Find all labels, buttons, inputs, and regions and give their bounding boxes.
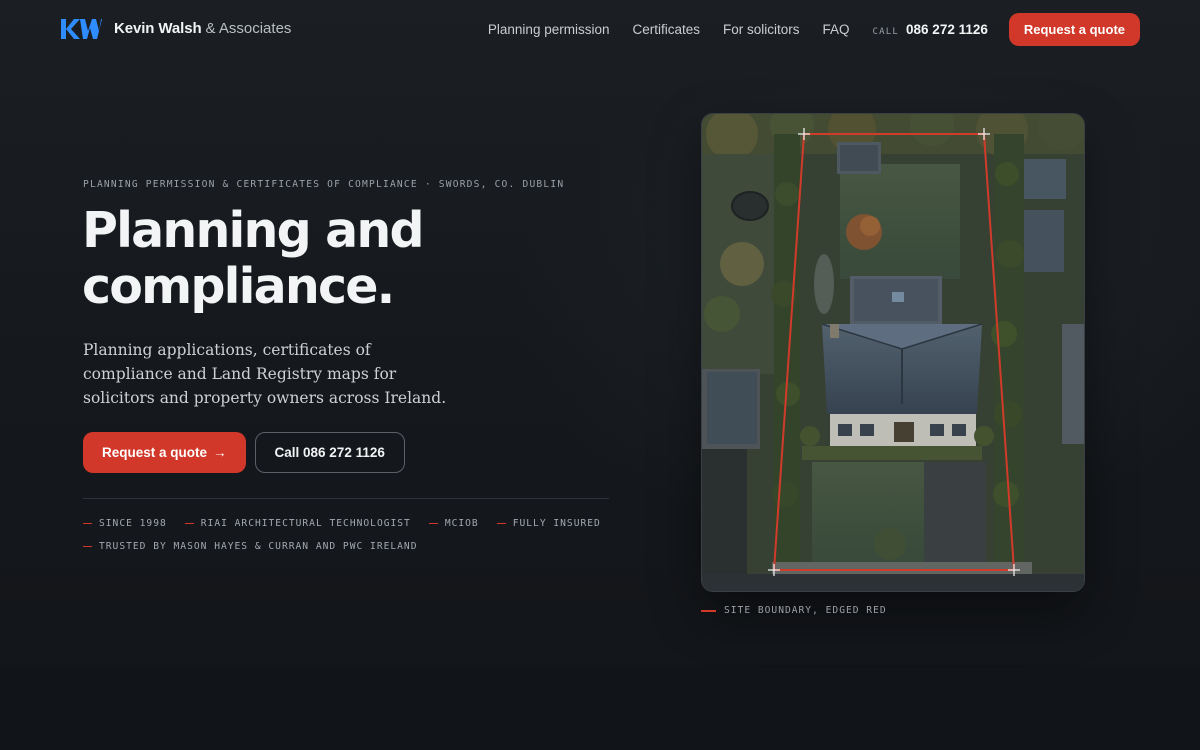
nav-links: Planning permission Certificates For sol…	[488, 13, 1140, 46]
top-navigation: Kevin Walsh & Associates Planning permiss…	[0, 0, 1200, 60]
credential-badges: SINCE 1998 RIAI ARCHITECTURAL TECHNOLOGI…	[83, 517, 623, 552]
arrow-right-icon: →	[213, 445, 227, 460]
photo-caption: SITE BOUNDARY, EDGED RED	[701, 605, 887, 616]
dash-icon	[83, 545, 92, 547]
brand-primary-text: Kevin Walsh	[114, 20, 202, 37]
nav-call-number: 086 272 1126	[906, 22, 988, 37]
nav-call-label: CALL	[872, 27, 900, 37]
nav-call-link[interactable]: CALL 086 272 1126	[873, 22, 988, 37]
nav-link-certificates[interactable]: Certificates	[632, 22, 700, 37]
hero-headline-line1: Planning and	[82, 202, 425, 259]
badge-riai: RIAI ARCHITECTURAL TECHNOLOGIST	[184, 517, 411, 529]
dash-icon	[428, 522, 438, 524]
dash-icon	[184, 522, 194, 524]
badge-text: RIAI ARCHITECTURAL TECHNOLOGIST	[200, 517, 411, 529]
hero-request-quote-label: Request a quote	[102, 445, 208, 460]
nav-link-faq[interactable]: FAQ	[823, 22, 850, 37]
kw-logo-icon	[61, 19, 102, 39]
next-section	[0, 665, 1200, 750]
nav-link-planning-permission[interactable]: Planning permission	[488, 22, 610, 37]
hero-request-quote-button[interactable]: Request a quote →	[83, 432, 246, 473]
badge-trusted-by: TRUSTED BY MASON HAYES & CURRAN AND PWC …	[83, 540, 417, 552]
aerial-site-photo	[701, 113, 1085, 592]
hero-lede: Planning applications, certificates of c…	[83, 341, 447, 407]
hero-cta-row: Request a quote → Call 086 272 1126	[83, 432, 405, 473]
hero-headline-line2: compliance.	[82, 258, 395, 315]
brand-name: Kevin Walsh & Associates	[114, 20, 291, 38]
photo-caption-text: SITE BOUNDARY, EDGED RED	[724, 605, 887, 616]
brand-home-link[interactable]: Kevin Walsh & Associates	[60, 18, 291, 40]
badge-fully-insured: FULLY INSURED	[496, 517, 601, 529]
red-line-icon	[701, 609, 716, 612]
dash-icon	[83, 522, 92, 524]
badge-mciob: MCIOB	[428, 517, 479, 529]
nav-request-quote-button[interactable]: Request a quote	[1008, 13, 1140, 46]
badge-text: TRUSTED BY MASON HAYES & CURRAN AND PWC …	[99, 540, 418, 552]
hero-call-button[interactable]: Call 086 272 1126	[254, 432, 405, 473]
hero-headline: Planning and compliance.	[82, 203, 602, 315]
badge-text: FULLY INSURED	[512, 517, 601, 529]
badge-text: MCIOB	[444, 517, 479, 529]
hero-eyebrow: PLANNING PERMISSION & CERTIFICATES OF CO…	[83, 179, 565, 190]
badge-text: SINCE 1998	[99, 517, 167, 529]
nav-link-for-solicitors[interactable]: For solicitors	[723, 22, 800, 37]
badge-since-1998: SINCE 1998	[83, 517, 167, 529]
dash-icon	[496, 522, 506, 524]
aerial-illustration	[702, 114, 1084, 591]
brand-secondary-text: & Associates	[205, 20, 292, 37]
hero-divider	[83, 498, 609, 499]
